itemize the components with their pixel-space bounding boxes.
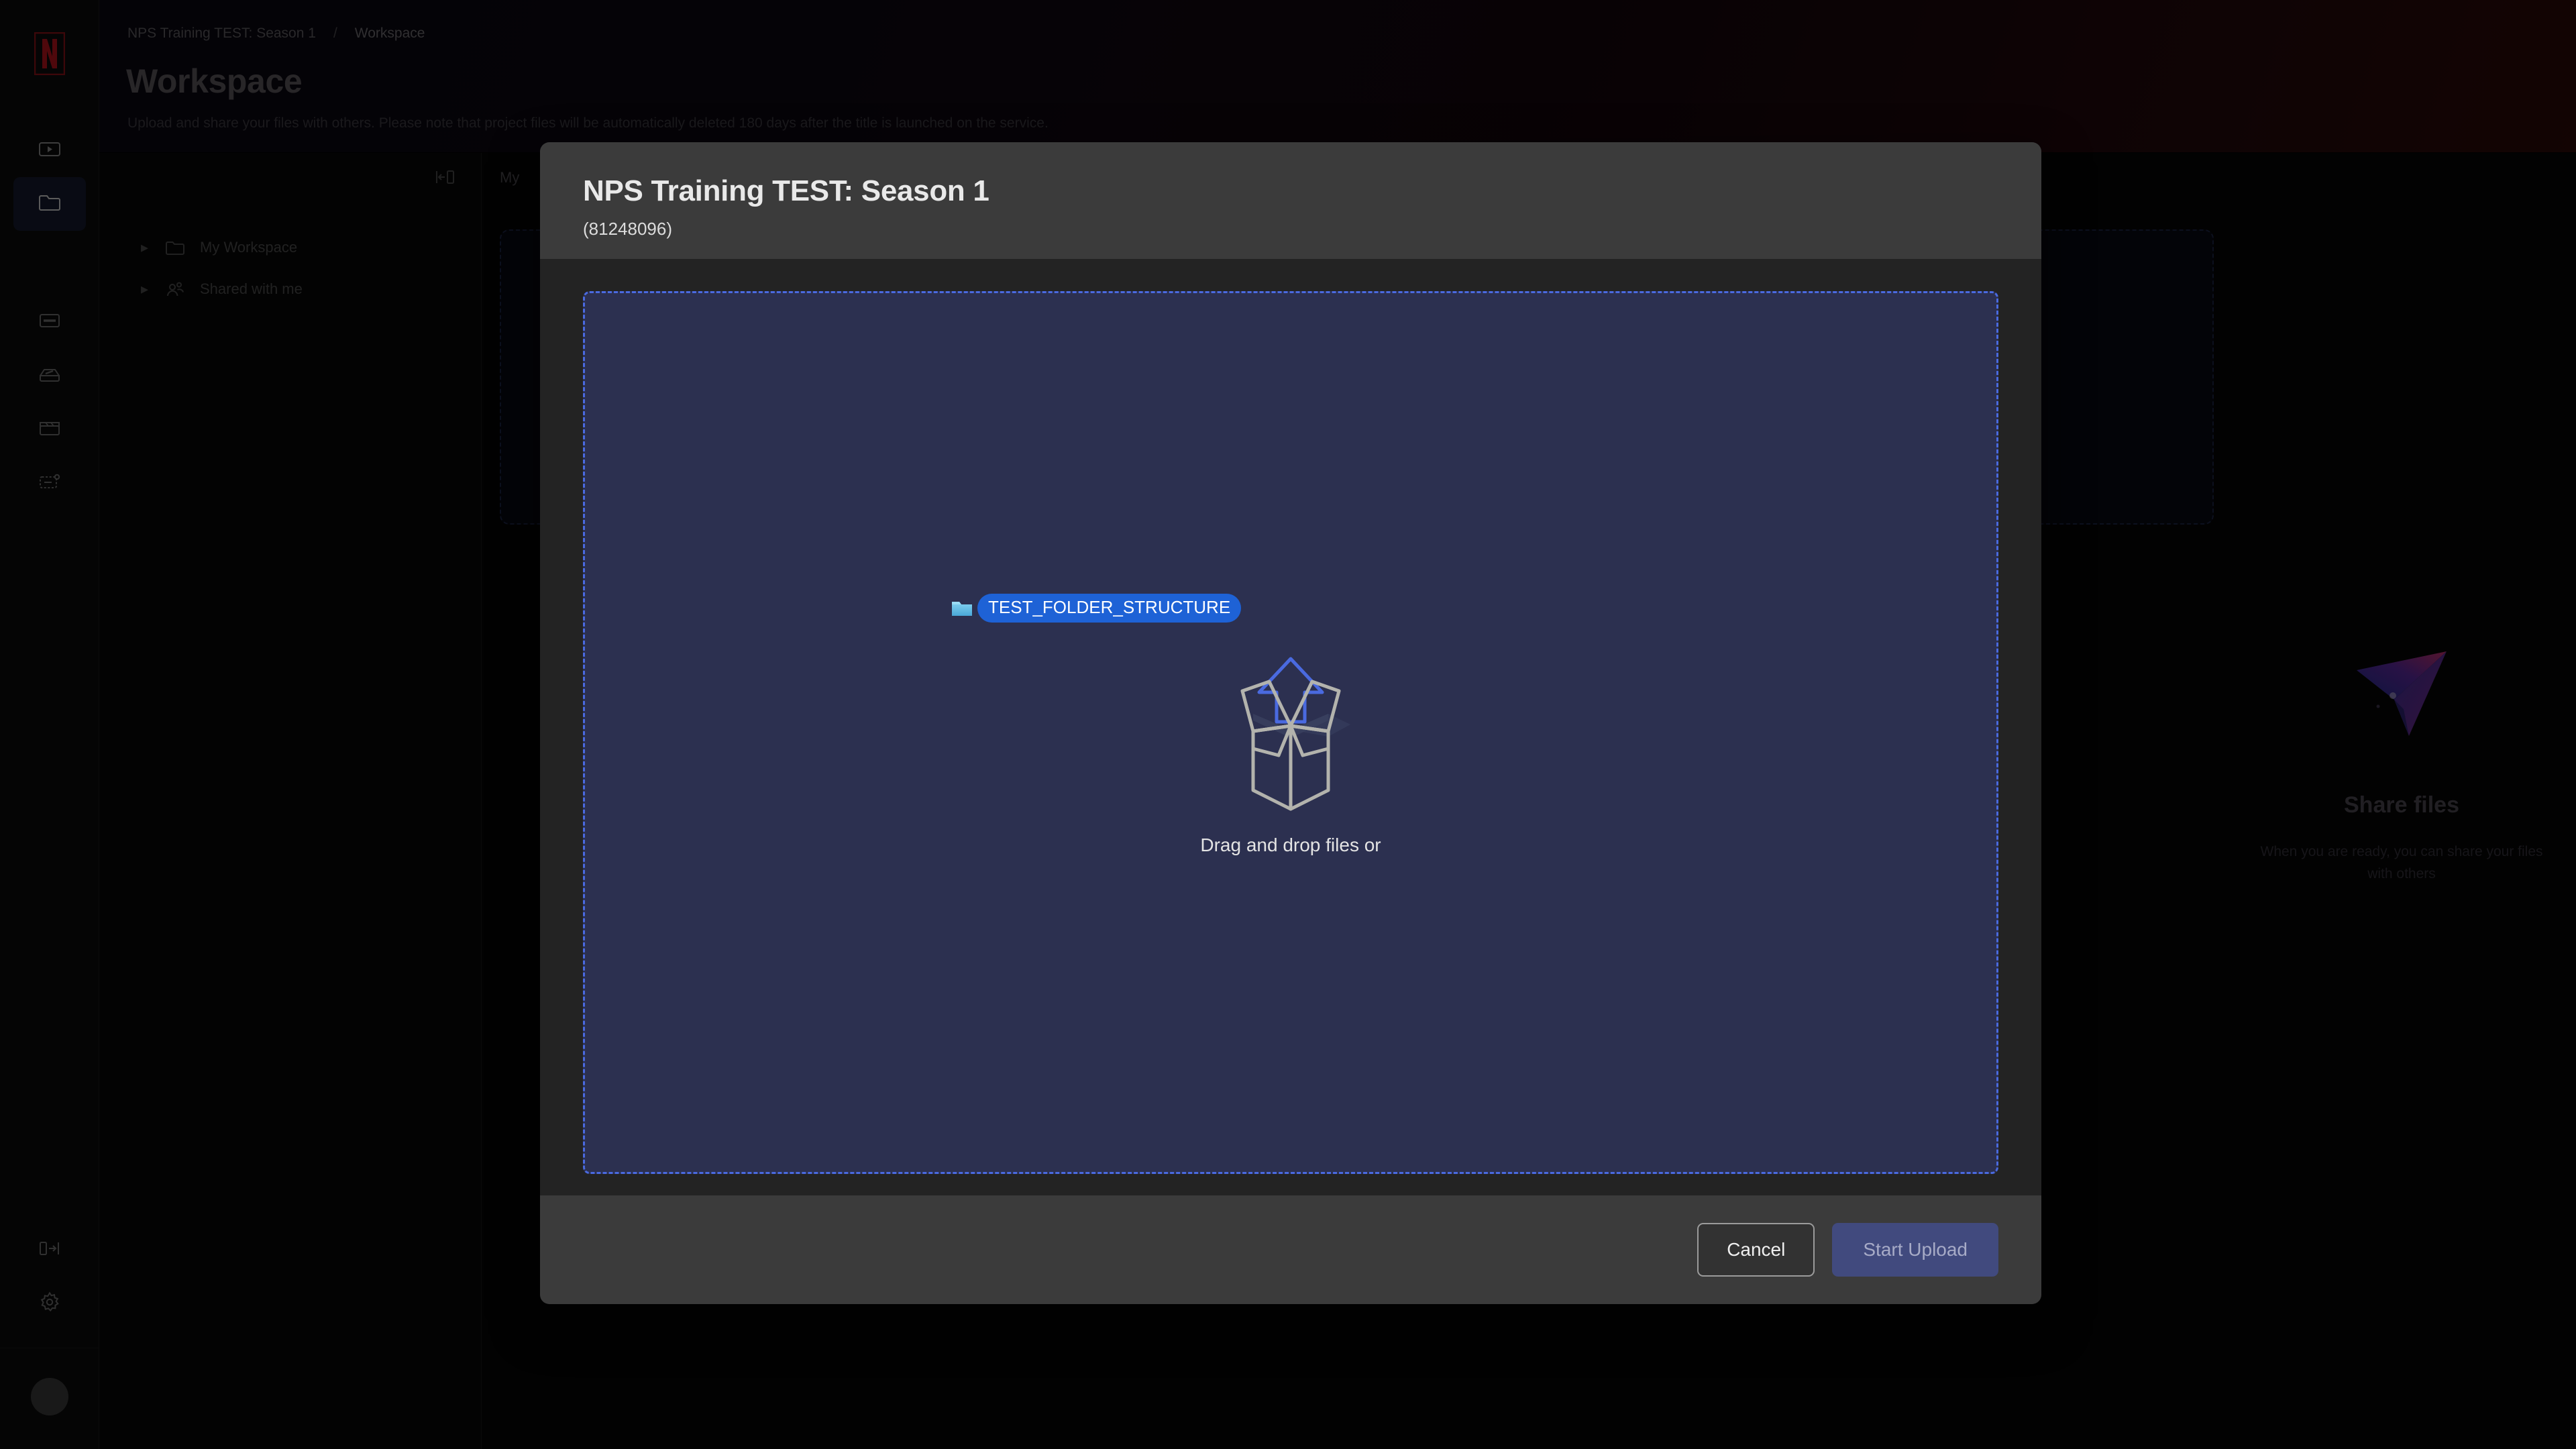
open-box-upload-icon: [1213, 649, 1368, 817]
cancel-button[interactable]: Cancel: [1697, 1223, 1815, 1277]
start-upload-button[interactable]: Start Upload: [1832, 1223, 1998, 1277]
upload-dropzone[interactable]: Drag and drop files or TEST_FOLDER_STRUC…: [583, 291, 1998, 1174]
drag-ghost-label: TEST_FOLDER_STRUCTURE: [977, 594, 1242, 623]
dropzone-label: Drag and drop files or: [1200, 835, 1381, 855]
modal-footer: Cancel Start Upload: [540, 1195, 2041, 1304]
upload-modal: NPS Training TEST: Season 1 (81248096) D…: [540, 142, 2041, 1304]
dropzone-content: Drag and drop files or: [1200, 649, 1381, 856]
modal-subtitle: (81248096): [583, 219, 672, 239]
drag-ghost-item: TEST_FOLDER_STRUCTURE: [951, 594, 1242, 623]
modal-body: Drag and drop files or TEST_FOLDER_STRUC…: [540, 259, 2041, 1195]
modal-header: NPS Training TEST: Season 1 (81248096): [540, 142, 2041, 259]
folder-icon: [951, 598, 973, 619]
modal-title: NPS Training TEST: Season 1: [583, 174, 989, 207]
